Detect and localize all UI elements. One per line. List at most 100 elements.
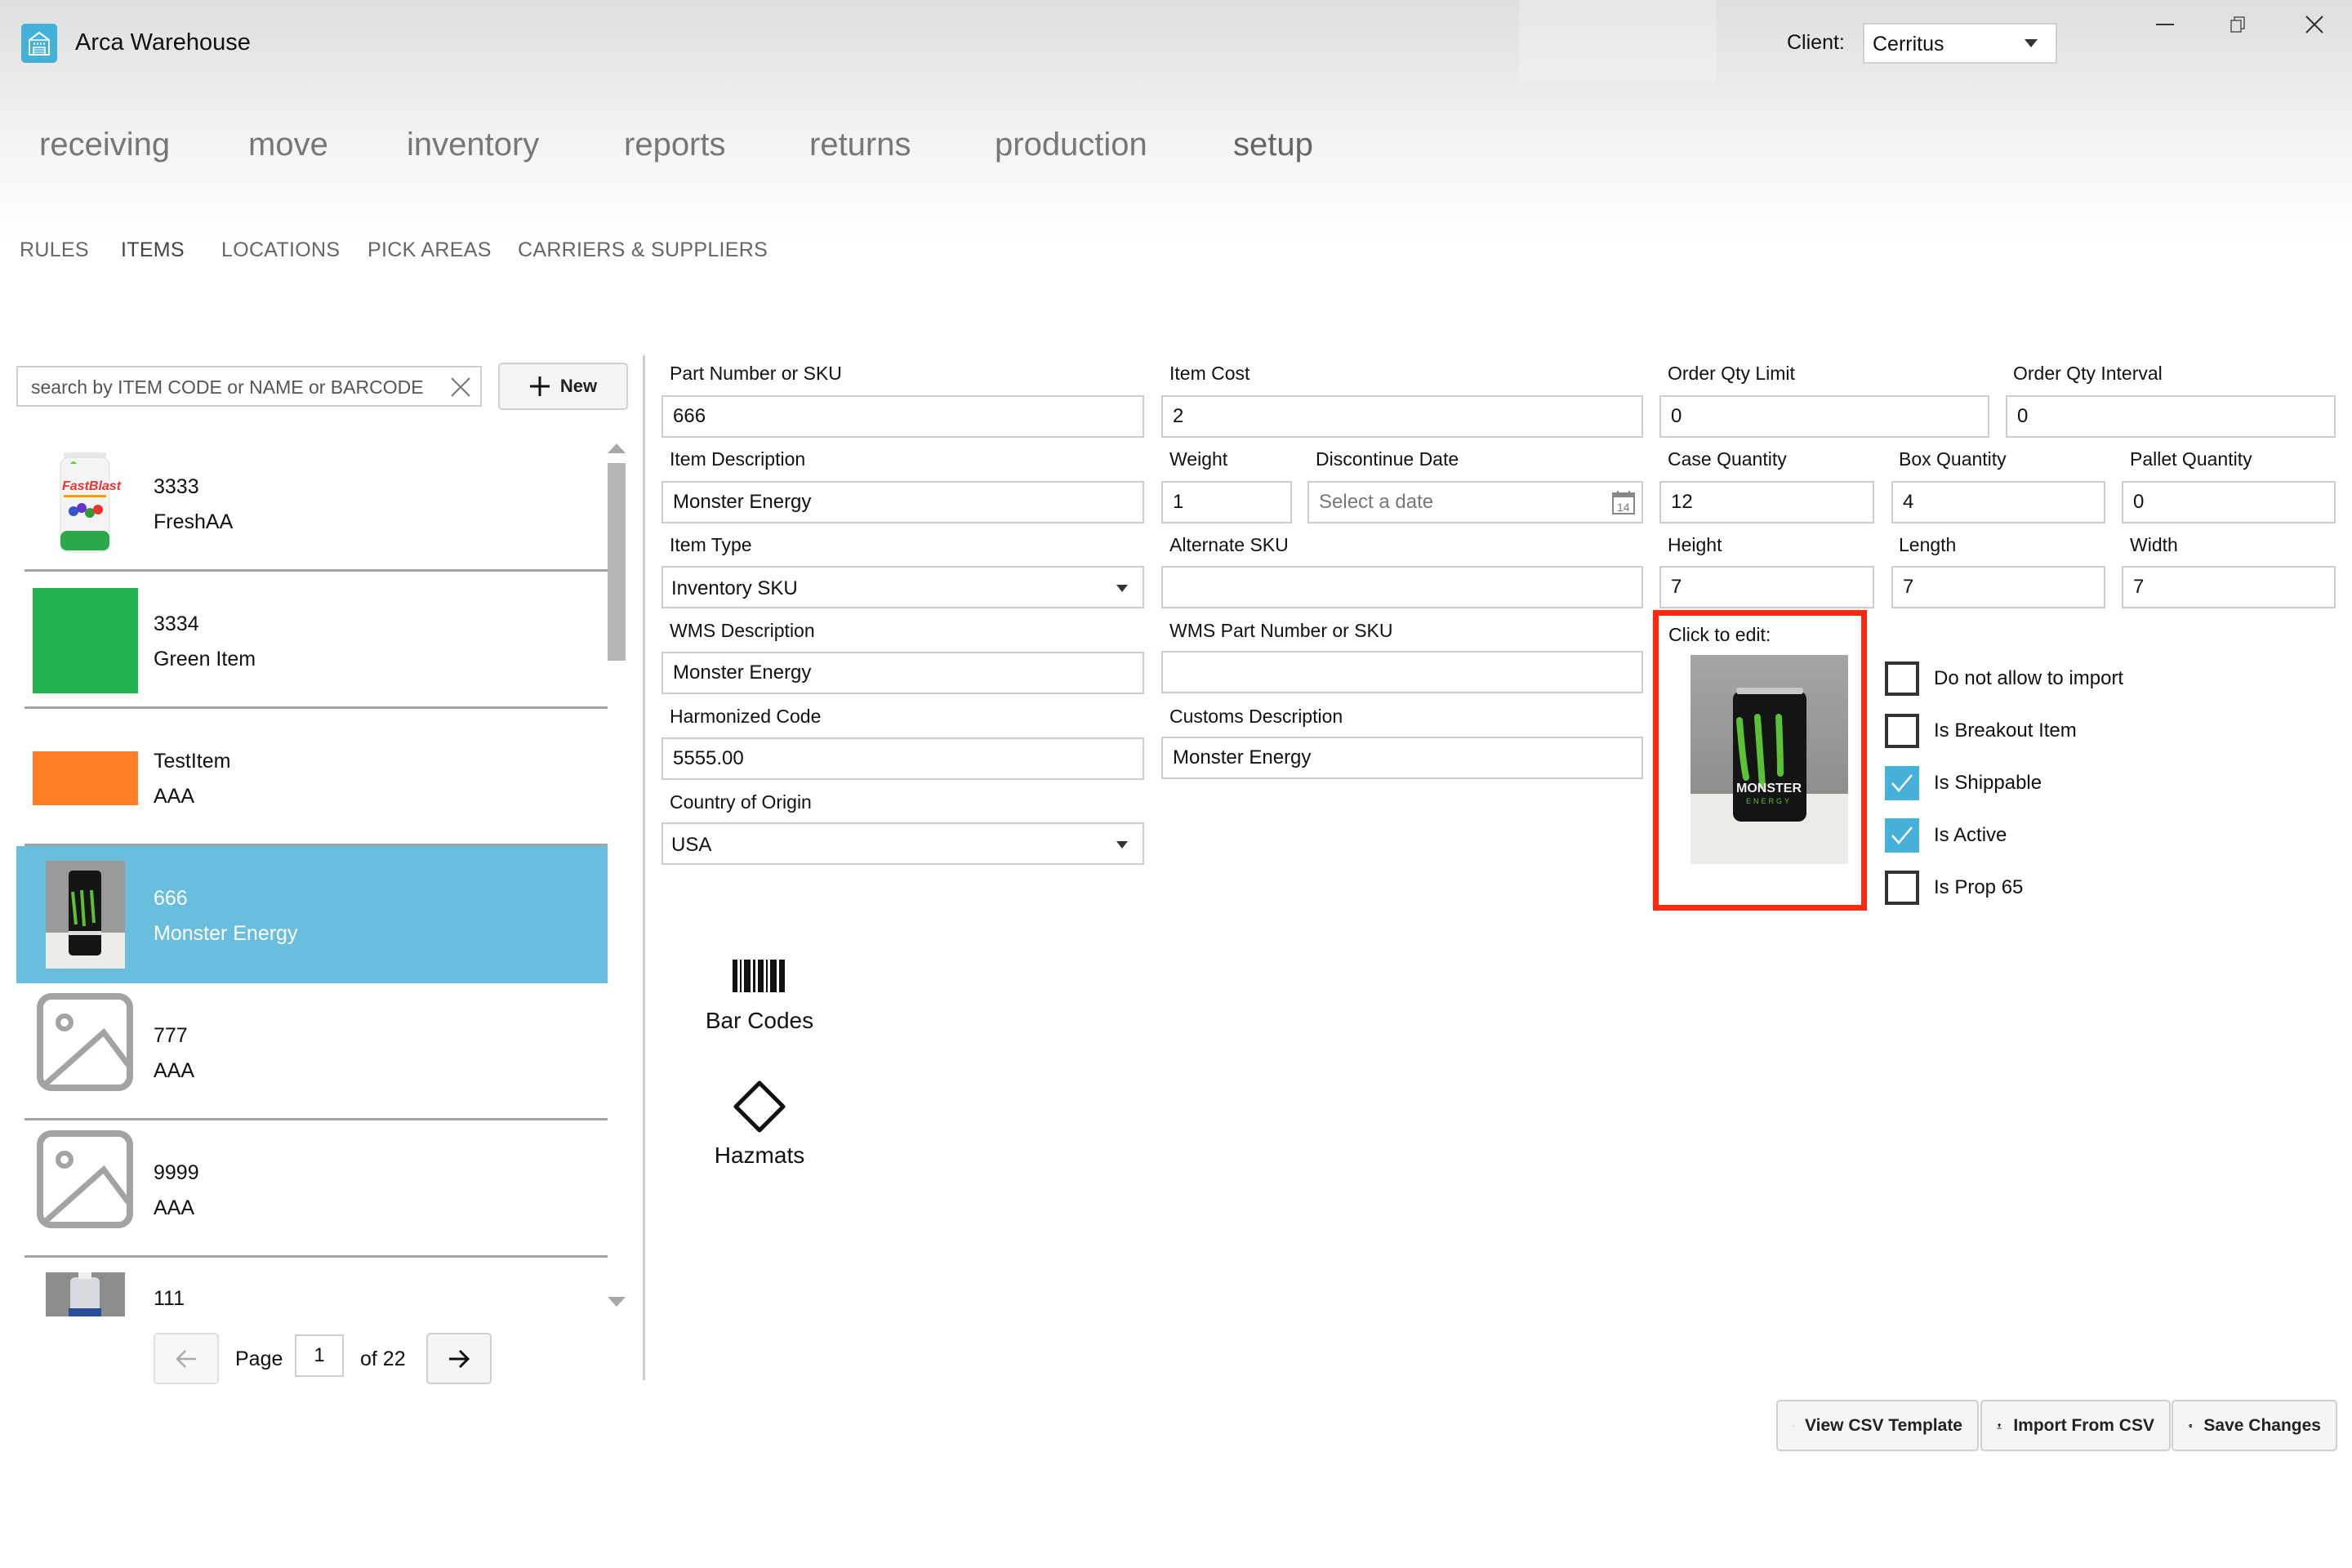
case-quantity-input[interactable] [1659,481,1874,523]
customs-description-label: Customs Description [1169,706,1343,727]
item-code: 777 [154,1024,188,1047]
import-from-csv-button[interactable]: Import From CSV [1980,1400,2171,1451]
close-icon [2305,16,2323,33]
nav-production[interactable]: production [995,127,1147,163]
scroll-up-arrow[interactable] [608,443,626,453]
alternate-sku-input[interactable] [1161,566,1643,608]
svg-text:ENERGY: ENERGY [1746,797,1792,805]
checkbox[interactable] [1885,871,1919,905]
minimize-button[interactable] [2140,8,2189,41]
checkbox[interactable] [1885,714,1919,748]
pallet-quantity-input[interactable] [2122,481,2336,523]
previous-page-button[interactable] [154,1333,219,1384]
order-qty-limit-input[interactable] [1659,395,1989,438]
item-code: 3334 [154,612,199,635]
app-title: Arca Warehouse [75,29,251,56]
checkbox-checked[interactable] [1885,818,1919,853]
calendar-icon-day: 14 [1617,501,1630,514]
item-name: AAA [154,1196,195,1219]
checkbox-is-prop-65[interactable]: Is Prop 65 [1885,871,2023,905]
list-item[interactable]: 3334 Green Item [16,572,608,709]
box-quantity-input[interactable] [1891,481,2105,523]
client-select[interactable]: Cerritus [1863,23,2057,64]
hazmats-button[interactable]: Hazmats [686,1080,833,1169]
checkbox-is-shippable[interactable]: Is Shippable [1885,766,2042,800]
order-qty-interval-label: Order Qty Interval [2013,363,2163,384]
checkbox-checked[interactable] [1885,766,1919,800]
nav-returns[interactable]: returns [809,127,911,163]
client-label: Client: [1787,31,1845,54]
save-changes-button[interactable]: Save Changes [2172,1400,2337,1451]
case-quantity-label: Case Quantity [1668,448,1787,470]
country-of-origin-select[interactable]: USA [662,822,1144,865]
import-from-csv-label: Import From CSV [2013,1415,2154,1435]
new-item-button[interactable]: New [498,363,628,410]
header-decoration [1519,0,1717,82]
next-page-button[interactable] [426,1333,492,1384]
width-input[interactable] [2122,566,2336,608]
nav-receiving[interactable]: receiving [39,127,170,163]
checkbox[interactable] [1885,662,1919,696]
tab-locations[interactable]: LOCATIONS [221,238,340,262]
checkmark-icon [1891,774,1913,792]
orange-swatch-image [33,751,138,805]
search-box [16,366,482,407]
scroll-down-arrow[interactable] [608,1297,626,1307]
wms-part-number-label: WMS Part Number or SKU [1169,620,1393,641]
checkbox-label: Is Shippable [1934,772,2042,794]
close-button[interactable] [2290,8,2339,41]
weight-input[interactable] [1161,481,1292,523]
nav-reports[interactable]: reports [624,127,726,163]
height-input[interactable] [1659,566,1874,608]
tab-carriers-suppliers[interactable]: CARRIERS & SUPPLIERS [518,238,768,262]
tab-pick-areas[interactable]: PICK AREAS [368,238,492,262]
list-item[interactable]: 9999 AAA [16,1120,608,1258]
view-csv-template-button[interactable]: View CSV Template [1776,1400,1979,1451]
wms-description-input[interactable] [662,652,1144,694]
customs-description-input[interactable] [1161,737,1643,779]
list-item[interactable]: 111 [16,1258,608,1316]
nav-setup[interactable]: setup [1233,127,1313,163]
page-number-input[interactable] [295,1334,344,1377]
list-item[interactable]: TestItem AAA [16,709,608,846]
weight-label: Weight [1169,448,1228,470]
alternate-sku-label: Alternate SKU [1169,534,1289,555]
calendar-icon[interactable]: 14 [1610,489,1637,515]
part-number-label: Part Number or SKU [670,363,842,384]
arrow-right-icon [449,1349,470,1368]
list-item-selected[interactable]: 666 Monster Energy [16,846,608,983]
scrollbar-thumb[interactable] [608,463,626,661]
list-item[interactable]: 777 AAA [16,983,608,1120]
item-cost-input[interactable] [1161,395,1643,438]
view-csv-template-label: View CSV Template [1805,1415,1962,1435]
part-number-input[interactable] [662,395,1144,438]
discontinue-date-label: Discontinue Date [1316,448,1459,470]
item-code: 3333 [154,475,199,498]
item-type-label: Item Type [670,534,752,555]
tab-items[interactable]: ITEMS [121,238,185,262]
search-input[interactable] [31,375,439,399]
height-label: Height [1668,534,1722,555]
nav-inventory[interactable]: inventory [407,127,539,163]
checkbox-do-not-allow-import[interactable]: Do not allow to import [1885,662,2123,696]
restore-button[interactable] [2214,8,2263,41]
minimize-icon [2156,24,2174,25]
checkmark-icon [1891,826,1913,844]
harmonized-code-input[interactable] [662,737,1144,780]
nav-move[interactable]: move [248,127,328,163]
checkbox-is-active[interactable]: Is Active [1885,818,2007,853]
discontinue-date-picker: 14 [1307,481,1643,523]
wms-part-number-input[interactable] [1161,651,1643,693]
discontinue-date-input[interactable] [1307,481,1643,523]
list-item[interactable]: FastBlast 3333 FreshAA [16,434,608,572]
item-type-select[interactable]: Inventory SKU [662,566,1144,608]
checkbox-is-breakout-item[interactable]: Is Breakout Item [1885,714,2077,748]
item-image-editor[interactable]: Click to edit: MONSTER ENERGY [1653,610,1867,911]
item-description-input[interactable] [662,481,1144,523]
tab-rules[interactable]: RULES [20,238,89,262]
clear-search-icon[interactable] [449,376,472,399]
length-input[interactable] [1891,566,2105,608]
chevron-down-icon [1116,841,1128,849]
order-qty-interval-input[interactable] [2006,395,2336,438]
bar-codes-button[interactable]: Bar Codes [686,960,833,1034]
